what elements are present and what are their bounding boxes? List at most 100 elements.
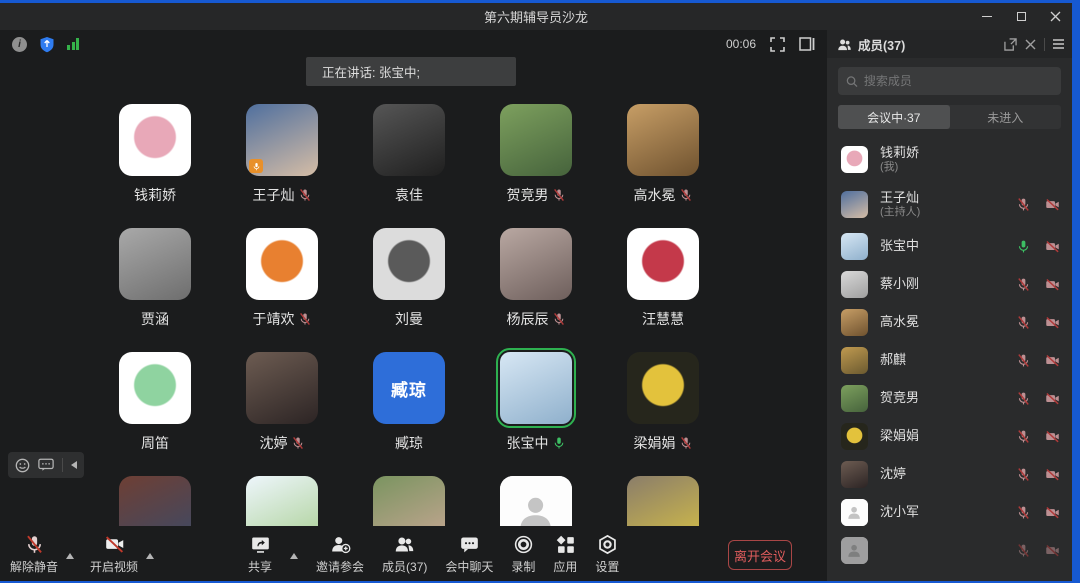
mic-off-icon[interactable]: [1016, 467, 1031, 482]
participant-avatar[interactable]: 臧琼: [373, 352, 445, 424]
camera-off-icon[interactable]: [1045, 315, 1060, 330]
participant-tile[interactable]: 张宝中: [480, 352, 592, 476]
collapse-left-icon[interactable]: [71, 461, 77, 469]
member-row[interactable]: 钱莉娇(我): [827, 137, 1072, 182]
participant-avatar[interactable]: [373, 104, 445, 176]
camera-off-icon[interactable]: [1045, 505, 1060, 520]
mic-off-icon[interactable]: [1016, 277, 1031, 292]
mic-off-icon[interactable]: [1016, 505, 1031, 520]
member-row[interactable]: 郝麒: [827, 341, 1072, 379]
sidebar-header: 成员(37): [827, 30, 1072, 58]
mic-off-icon[interactable]: [1016, 429, 1031, 444]
message-icon[interactable]: [38, 458, 54, 472]
participant-tile[interactable]: 臧琼臧琼: [353, 352, 465, 476]
member-info: 张宝中: [880, 239, 919, 254]
participant-tile[interactable]: 钱莉娇: [99, 104, 211, 228]
member-search[interactable]: [838, 67, 1061, 95]
member-row[interactable]: [827, 531, 1072, 569]
member-row[interactable]: 高水冕: [827, 303, 1072, 341]
member-row[interactable]: 梁娟娟: [827, 417, 1072, 455]
participant-tile[interactable]: 袁佳: [353, 104, 465, 228]
participant-avatar[interactable]: [627, 104, 699, 176]
camera-off-icon[interactable]: [1045, 391, 1060, 406]
camera-off-icon[interactable]: [1045, 239, 1060, 254]
close-panel-icon[interactable]: [1025, 39, 1036, 50]
mic-off-icon[interactable]: [1016, 543, 1031, 558]
share-screen-button[interactable]: 共享: [248, 534, 272, 575]
participant-avatar[interactable]: [246, 104, 318, 176]
participant-avatar[interactable]: [246, 352, 318, 424]
participant-tile[interactable]: 高水冕: [607, 104, 719, 228]
participant-grid: 钱莉娇王子灿袁佳贺竞男高水冕贾涵 于靖欢刘曼杨辰辰汪慧慧周笛沈婷臧琼臧琼张宝中 梁娟…: [99, 104, 726, 581]
mic-off-icon[interactable]: [1016, 315, 1031, 330]
member-name: 梁娟娟: [880, 429, 919, 444]
mic-off-icon[interactable]: [1016, 391, 1031, 406]
participant-tile[interactable]: 沈婷: [226, 352, 338, 476]
camera-off-icon[interactable]: [1045, 543, 1060, 558]
participant-tile[interactable]: 贾涵: [99, 228, 211, 352]
sidebar-title: 成员(37): [858, 35, 905, 54]
unmute-button[interactable]: 解除静音: [10, 534, 58, 575]
participant-tile[interactable]: 汪慧慧: [607, 228, 719, 352]
minimize-button[interactable]: [970, 3, 1004, 30]
mic-options-caret[interactable]: [66, 553, 74, 559]
security-shield-icon[interactable]: [39, 36, 55, 53]
record-button[interactable]: 录制: [511, 534, 535, 575]
member-row[interactable]: 贺竞男: [827, 379, 1072, 417]
tab-in-meeting[interactable]: 会议中·37: [838, 105, 950, 129]
participant-avatar[interactable]: [119, 228, 191, 300]
participant-avatar[interactable]: [627, 228, 699, 300]
participant-avatar[interactable]: [500, 104, 572, 176]
close-icon: [1050, 11, 1061, 22]
maximize-button[interactable]: [1004, 3, 1038, 30]
participant-avatar-speaking[interactable]: [500, 352, 572, 424]
mic-off-icon[interactable]: [1016, 197, 1031, 212]
camera-off-icon[interactable]: [1045, 353, 1060, 368]
member-row[interactable]: 沈婷: [827, 455, 1072, 493]
close-button[interactable]: [1038, 3, 1072, 30]
tab-not-joined[interactable]: 未进入: [950, 105, 1062, 129]
share-options-caret[interactable]: [290, 553, 298, 559]
participant-avatar[interactable]: [119, 352, 191, 424]
member-search-input[interactable]: [864, 74, 1053, 88]
popout-panel-icon[interactable]: [1004, 38, 1017, 51]
camera-off-icon[interactable]: [1045, 197, 1060, 212]
participant-avatar[interactable]: [119, 104, 191, 176]
meeting-info-icon[interactable]: i: [12, 37, 27, 52]
mic-on-icon[interactable]: [1016, 239, 1031, 254]
camera-off-icon[interactable]: [1045, 429, 1060, 444]
leave-meeting-button[interactable]: 离开会议: [728, 540, 792, 570]
camera-off-icon[interactable]: [1045, 467, 1060, 482]
camera-off-icon[interactable]: [1045, 277, 1060, 292]
chat-button[interactable]: 会中聊天: [445, 534, 493, 575]
fullscreen-icon[interactable]: [770, 37, 785, 52]
mic-off-icon[interactable]: [1016, 353, 1031, 368]
participant-tile[interactable]: 周笛: [99, 352, 211, 476]
participant-name-label: 张宝中: [507, 433, 549, 453]
participant-tile[interactable]: 贺竞男: [480, 104, 592, 228]
participant-tile[interactable]: 于靖欢: [226, 228, 338, 352]
participant-avatar[interactable]: [373, 228, 445, 300]
member-status-icons: [1016, 429, 1060, 444]
settings-button[interactable]: 设置: [595, 534, 619, 575]
members-button[interactable]: 成员(37): [382, 534, 427, 575]
member-row[interactable]: 张宝中: [827, 227, 1072, 265]
member-row[interactable]: 王子灿(主持人): [827, 182, 1072, 227]
participant-avatar[interactable]: [246, 228, 318, 300]
participant-tile[interactable]: 杨辰辰: [480, 228, 592, 352]
participant-avatar[interactable]: [627, 352, 699, 424]
menu-icon[interactable]: [1053, 39, 1064, 49]
apps-button[interactable]: 应用: [553, 534, 577, 575]
invite-button[interactable]: 邀请参会: [316, 534, 364, 575]
participant-tile[interactable]: 王子灿: [226, 104, 338, 228]
participant-name-label: 贾涵: [141, 309, 169, 329]
video-options-caret[interactable]: [146, 553, 154, 559]
participant-avatar[interactable]: [500, 228, 572, 300]
emoji-icon[interactable]: [15, 458, 30, 473]
participant-tile[interactable]: 梁娟娟: [607, 352, 719, 476]
layout-toggle-icon[interactable]: [799, 37, 815, 51]
member-row[interactable]: 蔡小刚: [827, 265, 1072, 303]
participant-tile[interactable]: 刘曼: [353, 228, 465, 352]
member-row[interactable]: 沈小军: [827, 493, 1072, 531]
start-video-button[interactable]: 开启视频: [90, 534, 138, 575]
